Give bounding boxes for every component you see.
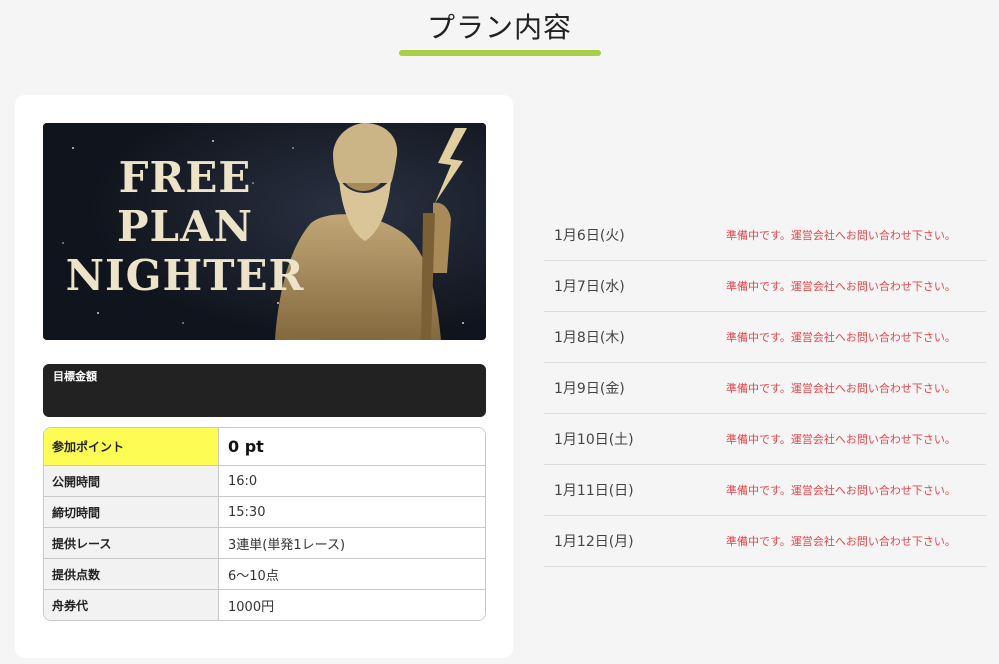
info-row-ticket-cost: 舟券代 1000円 (44, 589, 485, 620)
schedule-row[interactable]: 1月9日(金) 準備中です。運営会社へお問い合わせ下さい。 (544, 363, 986, 414)
info-row-close-time: 締切時間 15:30 (44, 496, 485, 527)
banner-line-free: FREE (118, 153, 252, 202)
schedule-status: 準備中です。運営会社へお問い合わせ下さい。 (726, 484, 956, 497)
schedule-date: 1月6日(火) (554, 228, 625, 244)
section-title: プラン内容 (426, 11, 572, 44)
schedule-status: 準備中です。運営会社へお問い合わせ下さい。 (726, 229, 956, 242)
info-value: 15:30 (219, 497, 485, 527)
info-key: 参加ポイント (44, 428, 219, 465)
plan-info-table: 参加ポイント 0 pt 公開時間 16:0 締切時間 15:30 提供レース 3… (43, 427, 486, 621)
schedule-date: 1月9日(金) (554, 381, 625, 397)
schedule-list: 1月6日(火) 準備中です。運営会社へお問い合わせ下さい。 1月7日(水) 準備… (544, 210, 986, 567)
info-key: 提供レース (44, 528, 219, 558)
banner-line-nighter: NIGHTER (65, 251, 305, 300)
schedule-date: 1月8日(木) (554, 330, 625, 346)
info-key: 締切時間 (44, 497, 219, 527)
info-row-race: 提供レース 3連単(単発1レース) (44, 527, 485, 558)
schedule-row[interactable]: 1月6日(火) 準備中です。運営会社へお問い合わせ下さい。 (544, 210, 986, 261)
schedule-status: 準備中です。運営会社へお問い合わせ下さい。 (726, 433, 956, 446)
schedule-row[interactable]: 1月10日(土) 準備中です。運営会社へお問い合わせ下さい。 (544, 414, 986, 465)
schedule-status: 準備中です。運営会社へお問い合わせ下さい。 (726, 331, 956, 344)
schedule-date: 1月12日(月) (554, 534, 634, 550)
info-value: 16:0 (219, 466, 485, 496)
banner-line-plan: PLAN (116, 202, 254, 251)
schedule-date: 1月10日(土) (554, 432, 634, 448)
plan-card: FREE PLAN NIGHTER 目標金額 参加ポイント 0 pt 公開時間 … (15, 95, 513, 658)
schedule-row[interactable]: 1月12日(月) 準備中です。運営会社へお問い合わせ下さい。 (544, 516, 986, 567)
info-value: 3連単(単発1レース) (219, 528, 485, 558)
banner-title: FREE PLAN NIGHTER (65, 153, 305, 300)
title-underline (399, 50, 601, 56)
info-key: 提供点数 (44, 559, 219, 589)
info-value: 1000円 (219, 590, 485, 620)
schedule-status: 準備中です。運営会社へお問い合わせ下さい。 (726, 535, 956, 548)
schedule-row[interactable]: 1月11日(日) 準備中です。運営会社へお問い合わせ下さい。 (544, 465, 986, 516)
info-key: 公開時間 (44, 466, 219, 496)
schedule-row[interactable]: 1月8日(木) 準備中です。運営会社へお問い合わせ下さい。 (544, 312, 986, 363)
info-row-open-time: 公開時間 16:0 (44, 465, 485, 496)
info-row-count: 提供点数 6～10点 (44, 558, 485, 589)
plan-banner-image: FREE PLAN NIGHTER (43, 123, 486, 340)
target-amount-label: 目標金額 (53, 370, 97, 383)
schedule-date: 1月7日(水) (554, 279, 625, 295)
schedule-status: 準備中です。運営会社へお問い合わせ下さい。 (726, 382, 956, 395)
schedule-row[interactable]: 1月7日(水) 準備中です。運営会社へお問い合わせ下さい。 (544, 261, 986, 312)
target-amount-box: 目標金額 (43, 364, 486, 417)
info-row-points: 参加ポイント 0 pt (44, 428, 485, 465)
schedule-date: 1月11日(日) (554, 483, 634, 499)
schedule-status: 準備中です。運営会社へお問い合わせ下さい。 (726, 280, 956, 293)
info-key: 舟券代 (44, 590, 219, 620)
info-value: 6～10点 (219, 559, 485, 589)
info-value: 0 pt (219, 428, 485, 465)
